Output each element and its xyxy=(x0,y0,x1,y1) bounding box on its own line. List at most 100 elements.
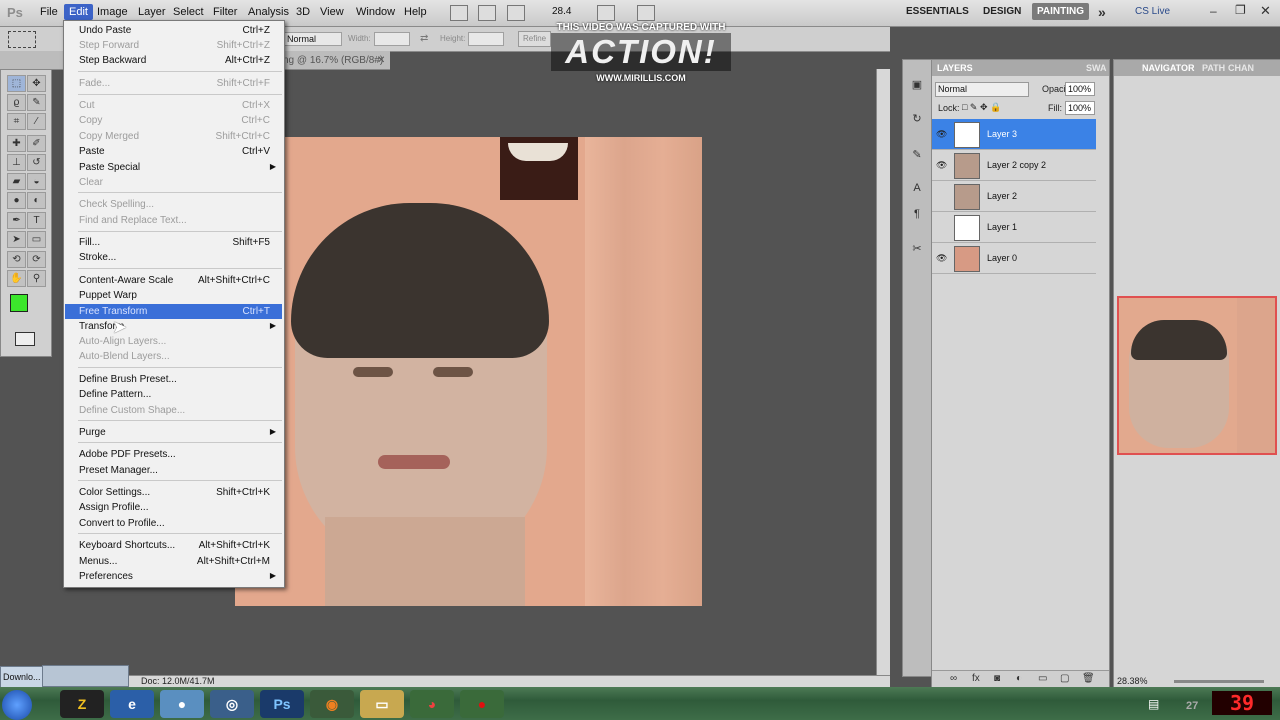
menu-fade[interactable]: Fade... Shift+Ctrl+F xyxy=(65,76,282,91)
menu-cut[interactable]: Cut Ctrl+X xyxy=(65,98,282,113)
zoom-level[interactable]: 28.4 xyxy=(552,6,571,17)
menu-copy-merged[interactable]: Copy Merged Shift+Ctrl+C xyxy=(65,129,282,144)
taskbar-app-icon[interactable]: Z xyxy=(60,690,104,718)
menu-copy[interactable]: Copy Ctrl+C xyxy=(65,113,282,128)
type-tool-icon[interactable]: T xyxy=(27,212,46,229)
refine-edge-button[interactable]: Refine xyxy=(518,31,552,47)
menu-view[interactable]: View xyxy=(320,6,344,18)
navigator-preview[interactable] xyxy=(1117,296,1277,455)
taskbar-blender-icon[interactable]: ◉ xyxy=(310,690,354,718)
mini-window-controls[interactable] xyxy=(42,665,129,687)
start-button[interactable] xyxy=(2,690,32,720)
new-group-icon[interactable]: ▭ xyxy=(1038,673,1047,684)
minibridge-panel-icon[interactable]: ▣ xyxy=(909,78,925,92)
download-window[interactable]: Downlo... xyxy=(0,666,46,689)
menu-fill[interactable]: Fill... Shift+F5 xyxy=(65,235,282,250)
taskbar-photoshop-icon[interactable]: Ps xyxy=(260,690,304,718)
tray-icon[interactable]: ▤ xyxy=(1148,697,1159,711)
workspace-more-icon[interactable]: » xyxy=(1098,4,1106,20)
arrange-documents-icon[interactable] xyxy=(597,5,615,21)
fill-field[interactable]: 100% xyxy=(1065,101,1095,115)
menu-assign-profile[interactable]: Assign Profile... xyxy=(65,500,282,515)
history-panel-icon[interactable]: ↻ xyxy=(909,112,925,126)
layer-mask-icon[interactable]: ◙ xyxy=(994,673,1000,684)
paragraph-panel-icon[interactable]: ¶ xyxy=(909,208,925,222)
brush-tool-icon[interactable]: ✐ xyxy=(27,135,46,152)
tab-paths[interactable]: PATH xyxy=(1202,63,1225,73)
menu-clear[interactable]: Clear xyxy=(65,175,282,190)
pen-tool-icon[interactable]: ✒ xyxy=(7,212,26,229)
document-close-icon[interactable]: ✕ xyxy=(377,55,385,66)
visibility-eye-icon[interactable]: 👁 xyxy=(936,129,947,140)
quick-mask-icon[interactable] xyxy=(15,332,35,346)
menu-preset-manager[interactable]: Preset Manager... xyxy=(65,463,282,478)
menu-find-replace[interactable]: Find and Replace Text... xyxy=(65,213,282,228)
marquee-tool-preset-icon[interactable] xyxy=(8,31,36,48)
menu-preferences[interactable]: Preferences ▶ xyxy=(65,569,282,584)
quick-select-tool-icon[interactable]: ✎ xyxy=(27,94,46,111)
menu-layer[interactable]: Layer xyxy=(138,6,166,18)
menu-paste-special[interactable]: Paste Special ▶ xyxy=(65,160,282,175)
view-extras-icon[interactable] xyxy=(507,5,525,21)
cs-live-button[interactable]: CS Live xyxy=(1135,6,1170,17)
menu-stroke[interactable]: Stroke... xyxy=(65,250,282,265)
menu-analysis[interactable]: Analysis xyxy=(248,6,289,18)
delete-layer-icon[interactable]: 🗑 xyxy=(1082,673,1095,684)
visibility-eye-icon[interactable]: 👁 xyxy=(936,253,947,264)
menu-adobe-pdf-presets[interactable]: Adobe PDF Presets... xyxy=(65,447,282,462)
layer-style-icon[interactable]: fx xyxy=(972,673,980,684)
link-layers-icon[interactable]: ∞ xyxy=(950,673,957,684)
foreground-color-swatch[interactable] xyxy=(10,294,28,312)
menu-auto-blend-layers[interactable]: Auto-Blend Layers... xyxy=(65,349,282,364)
swap-icon[interactable]: ⇄ xyxy=(420,33,428,44)
menu-paste[interactable]: Paste Ctrl+V xyxy=(65,144,282,159)
menu-window[interactable]: Window xyxy=(356,6,395,18)
menu-color-settings[interactable]: Color Settings... Shift+Ctrl+K xyxy=(65,485,282,500)
hand-tool-icon[interactable]: ✋ xyxy=(7,270,26,287)
blur-tool-icon[interactable]: ● xyxy=(7,192,26,209)
bridge-icon[interactable] xyxy=(450,5,468,21)
menu-auto-align-layers[interactable]: Auto-Align Layers... xyxy=(65,334,282,349)
layer-row[interactable]: 👁 Layer 3 xyxy=(932,119,1096,150)
menu-help[interactable]: Help xyxy=(404,6,427,18)
menu-define-pattern[interactable]: Define Pattern... xyxy=(65,387,282,402)
clone-stamp-tool-icon[interactable]: ⊥ xyxy=(7,154,26,171)
style-select[interactable]: Normal xyxy=(284,32,342,46)
workspace-essentials[interactable]: ESSENTIALS xyxy=(906,6,969,17)
menu-purge[interactable]: Purge ▶ xyxy=(65,425,282,440)
taskbar-folder-icon[interactable]: ▭ xyxy=(360,690,404,718)
taskbar-clock[interactable]: 39 xyxy=(1212,691,1272,715)
marquee-tool-icon[interactable]: ⬚ xyxy=(7,75,26,92)
zoom-tool-icon[interactable]: ⚲ xyxy=(27,270,46,287)
opacity-field[interactable]: 100% xyxy=(1065,82,1095,96)
menu-undo-paste[interactable]: Undo Paste Ctrl+Z xyxy=(65,23,282,38)
blend-mode-select[interactable]: Normal xyxy=(935,82,1029,97)
navigator-zoom-slider[interactable] xyxy=(1174,680,1264,683)
document-tab[interactable]: ng @ 16.7% (RGB/8#) xyxy=(283,55,383,66)
3d-rotate-tool-icon[interactable]: ⟲ xyxy=(7,251,26,268)
menu-edit[interactable]: Edit xyxy=(64,4,93,20)
menu-select[interactable]: Select xyxy=(173,6,204,18)
menu-free-transform[interactable]: Free Transform Ctrl+T xyxy=(65,304,282,319)
layer-row[interactable]: 👁 Layer 1 xyxy=(932,212,1096,243)
taskbar-media-icon[interactable]: ● xyxy=(160,690,204,718)
lasso-tool-icon[interactable]: ϱ xyxy=(7,94,26,111)
layer-row[interactable]: 👁 Layer 2 copy 2 xyxy=(932,150,1096,181)
eyedropper-tool-icon[interactable]: ⁄ xyxy=(27,113,46,130)
dodge-tool-icon[interactable]: ◐ xyxy=(27,192,46,209)
character-panel-icon[interactable]: A xyxy=(909,182,925,196)
tab-channels[interactable]: CHAN xyxy=(1228,63,1254,73)
vertical-scrollbar[interactable] xyxy=(876,69,890,675)
paint-bucket-tool-icon[interactable]: ◒ xyxy=(27,173,46,190)
3d-orbit-tool-icon[interactable]: ⟳ xyxy=(27,251,46,268)
screen-mode-icon[interactable] xyxy=(637,5,655,21)
mini-bridge-icon[interactable] xyxy=(478,5,496,21)
menu-check-spelling[interactable]: Check Spelling... xyxy=(65,197,282,212)
menu-convert-to-profile[interactable]: Convert to Profile... xyxy=(65,516,282,531)
tool-presets-panel-icon[interactable]: ✂ xyxy=(909,242,925,256)
menu-image[interactable]: Image xyxy=(97,6,128,18)
close-icon[interactable]: ✕ xyxy=(1260,3,1271,19)
menu-puppet-warp[interactable]: Puppet Warp xyxy=(65,288,282,303)
new-layer-icon[interactable]: ▢ xyxy=(1060,673,1069,684)
menu-define-custom-shape[interactable]: Define Custom Shape... xyxy=(65,403,282,418)
